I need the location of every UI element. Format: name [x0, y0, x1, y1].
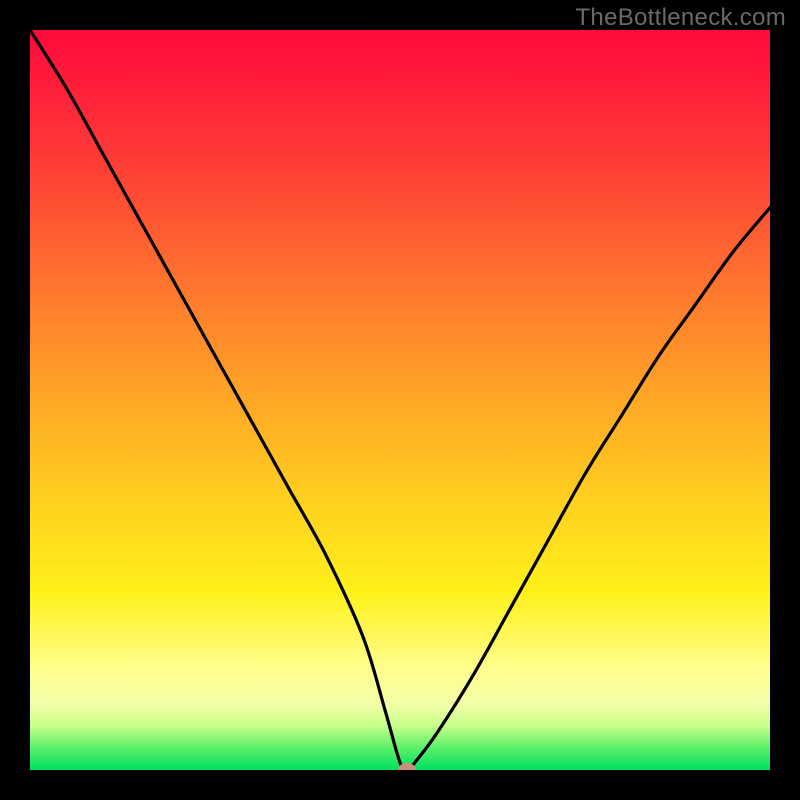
plot-area: [30, 30, 770, 770]
chart-frame: TheBottleneck.com: [0, 0, 800, 800]
bottleneck-curve: [30, 30, 770, 770]
curve-path: [30, 30, 770, 770]
optimum-marker: [398, 763, 416, 770]
watermark-text: TheBottleneck.com: [575, 4, 786, 32]
